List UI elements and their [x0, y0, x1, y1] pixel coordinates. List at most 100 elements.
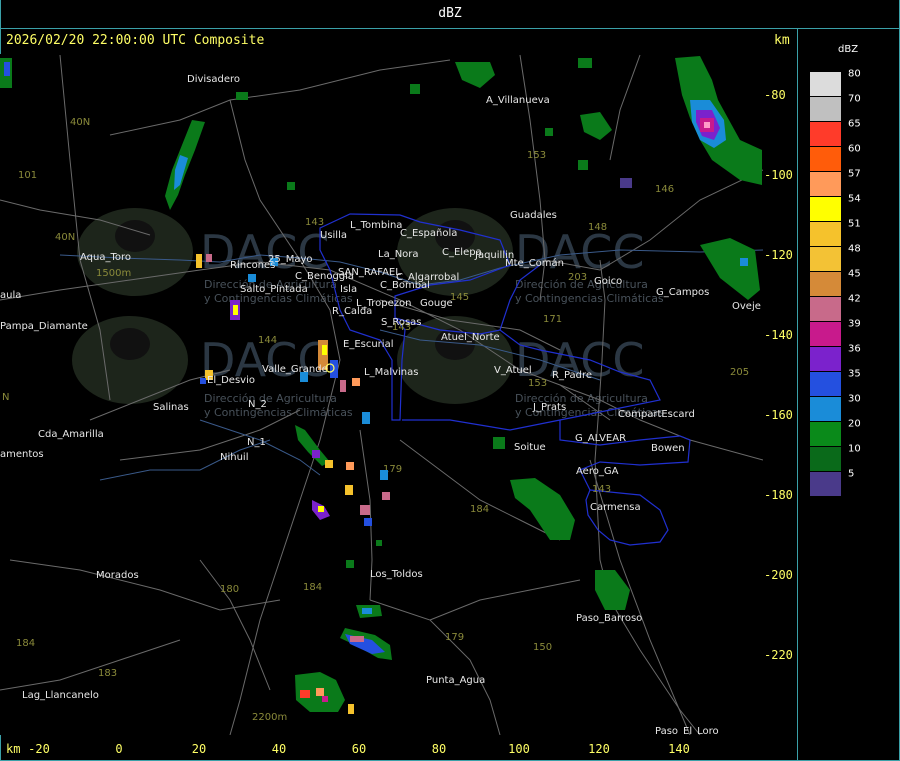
legend-swatch	[810, 97, 841, 121]
route-label: 143	[305, 217, 324, 228]
window-title: dBZ	[438, 6, 462, 21]
place-label: Divisadero	[187, 74, 240, 85]
x-tick: 40	[271, 742, 287, 756]
place-label: L_Malvinas	[364, 367, 418, 378]
legend-swatch	[810, 297, 841, 321]
place-label: Usilla	[320, 230, 347, 241]
x-tick: 120	[588, 742, 610, 756]
legend-label: 42	[848, 293, 861, 305]
route-label: 183	[98, 668, 117, 679]
legend-label: 20	[848, 418, 861, 430]
x-tick: 60	[351, 742, 367, 756]
route-label: 179	[445, 632, 464, 643]
place-label: G_Campos	[656, 287, 709, 298]
y-tick: -140	[764, 328, 793, 342]
legend-swatch	[810, 197, 841, 221]
legend-label: 54	[848, 193, 861, 205]
legend-label: 45	[848, 268, 861, 280]
frame-top	[0, 28, 900, 29]
place-label: C_Española	[400, 228, 457, 239]
legend-swatch	[810, 347, 841, 371]
place-label: Pampa_Diamante	[0, 321, 88, 332]
route-label: 148	[588, 222, 607, 233]
route-label: 150	[533, 642, 552, 653]
route-label: 153	[527, 150, 546, 161]
place-label: E_Escurial	[343, 339, 393, 350]
route-label: 40N	[55, 232, 75, 243]
route-label: 203	[568, 272, 587, 283]
route-label: 171	[543, 314, 562, 325]
route-label: 153	[528, 378, 547, 389]
place-label: Lag_Llancanelo	[22, 690, 99, 701]
x-tick: 20	[191, 742, 207, 756]
legend-swatch	[810, 222, 841, 246]
y-tick: -160	[764, 408, 793, 422]
y-tick: -100	[764, 168, 793, 182]
radar-map[interactable]: DACC Dirección de Agricultura y Continge…	[0, 54, 763, 735]
watermark-subtitle: y Contingencias Climáticas	[515, 292, 664, 305]
y-tick: -180	[764, 488, 793, 502]
route-label: 145	[450, 292, 469, 303]
place-label: Guadales	[510, 210, 557, 221]
watermark-subtitle: y Contingencias Climáticas	[204, 406, 353, 419]
watermark-subtitle: Dirección de Agricultura	[204, 392, 337, 405]
place-label: Carmensa	[590, 502, 641, 513]
legend-label: 5	[848, 468, 855, 480]
legend-label: 10	[848, 443, 861, 455]
place-label: Oveje	[732, 301, 761, 312]
timestamp-label: 2026/02/20 22:00:00 UTC Composite	[6, 33, 265, 48]
legend-swatch	[810, 447, 841, 471]
y-tick: -120	[764, 248, 793, 262]
legend-swatch	[810, 322, 841, 346]
route-label: 144	[258, 335, 277, 346]
legend-swatch	[810, 272, 841, 296]
legend-label: 36	[848, 343, 861, 355]
place-label: Valle_Grande	[262, 364, 328, 375]
place-label: Aero_GA	[576, 466, 619, 477]
route-label: 180	[220, 584, 239, 595]
place-label: C_Bombal	[380, 280, 430, 291]
x-tick: 100	[508, 742, 530, 756]
place-label: Salto_Pintada	[240, 284, 308, 295]
legend-label: 57	[848, 168, 861, 180]
route-label: 101	[18, 170, 37, 181]
x-tick: 140	[668, 742, 690, 756]
route-label: 40N	[70, 117, 90, 128]
legend-swatch	[810, 122, 841, 146]
legend-swatch	[810, 72, 841, 96]
route-label: 184	[16, 638, 35, 649]
y-tick: -200	[764, 568, 793, 582]
legend-swatch	[810, 422, 841, 446]
legend-label: 70	[848, 93, 861, 105]
legend-label: 80	[848, 68, 861, 80]
legend-label: 60	[848, 143, 861, 155]
place-label: G_ALVEAR	[575, 433, 626, 444]
place-label: Gouge	[420, 298, 453, 309]
x-tick: 80	[431, 742, 447, 756]
route-label: 146	[655, 184, 674, 195]
frame-right-of-plot	[797, 28, 798, 761]
place-label: Isla	[340, 284, 357, 295]
place-label: Soitue	[514, 442, 546, 453]
place-label: L_Tombina	[350, 220, 402, 231]
route-label: N	[2, 392, 9, 403]
place-label: Los_Toldos	[370, 569, 423, 580]
place-label: Punta_Agua	[426, 675, 485, 686]
watermark-name: DACC	[515, 225, 645, 279]
place-label: 25_Mayo	[268, 254, 313, 265]
place-label: Aqua_Toro	[80, 252, 131, 263]
legend-label: 51	[848, 218, 861, 230]
x-tick: 0	[115, 742, 123, 756]
place-label: El_Desvio	[207, 375, 255, 386]
route-label: 205	[730, 367, 749, 378]
place-label: Paso_Barroso	[576, 613, 642, 624]
legend-label: 30	[848, 393, 861, 405]
legend-title: dBZ	[838, 44, 859, 55]
place-label: N_2	[248, 399, 267, 410]
place-label: CompartEscard	[618, 409, 695, 420]
legend-swatch	[810, 147, 841, 171]
place-label: R_Padre	[552, 370, 592, 381]
route-label: 184	[303, 582, 322, 593]
legend-swatch	[810, 472, 841, 496]
place-label: Salinas	[153, 402, 189, 413]
